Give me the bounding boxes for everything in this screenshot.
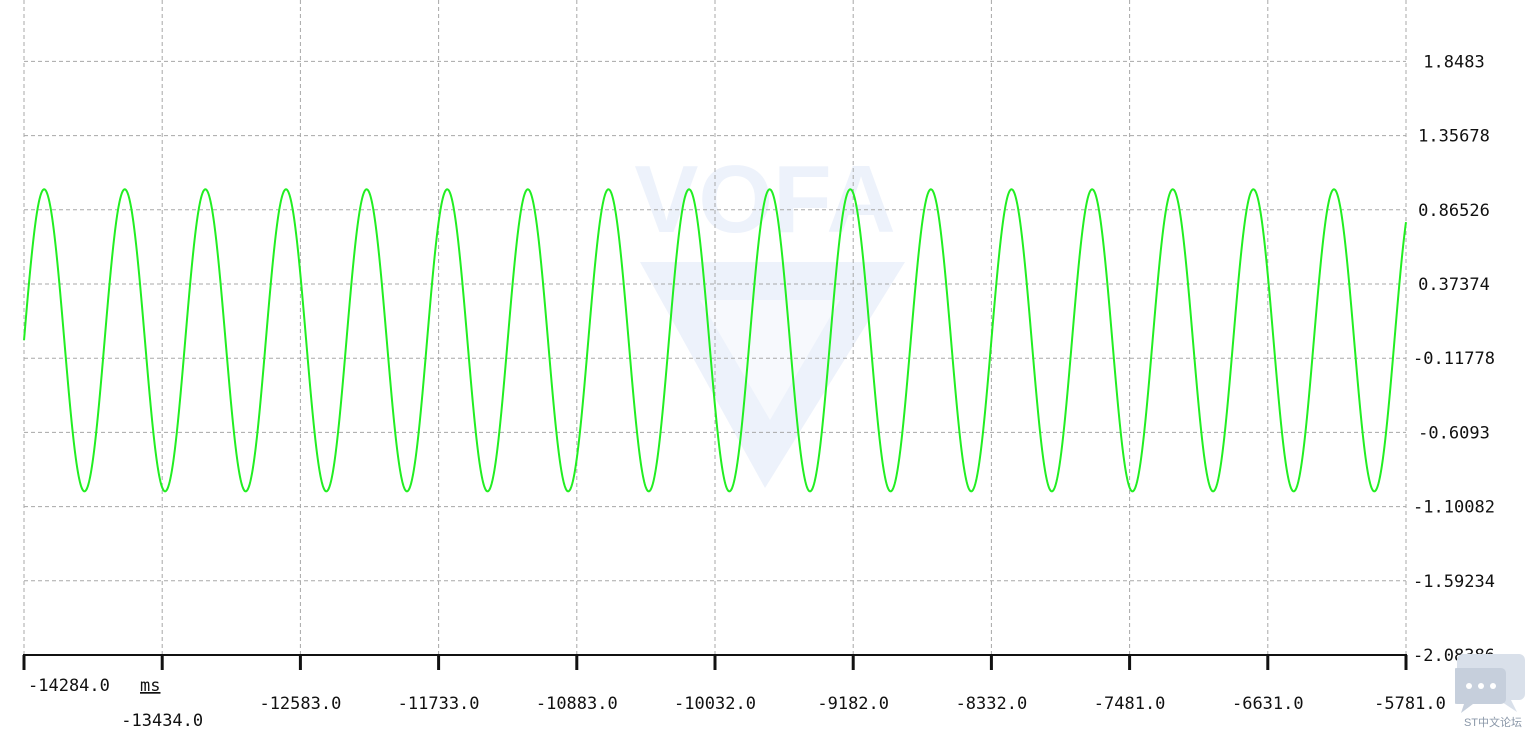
x-tick-label: -10883.0 [536, 694, 618, 714]
y-axis-labels: 2.339821.84831.356780.865260.37374-0.117… [1413, 52, 1495, 666]
y-tick-label: 0.86526 [1418, 201, 1490, 221]
x-tick-label: -5781.0 [1374, 694, 1446, 714]
watermark-site-label: ST中文论坛 [1464, 715, 1522, 729]
y-tick-label: -1.59234 [1413, 572, 1495, 592]
x-tick-label: -9182.0 [817, 694, 889, 714]
y-tick-label: -0.11778 [1413, 349, 1495, 369]
x-tick-label: -11733.0 [398, 694, 480, 714]
x-axis-labels: -14284.0 -13434.0 -12583.0 -11733.0 -10883.0… [28, 676, 1446, 731]
chart: VOFA 2.339821.84831.356780.865260.37374-… [22, 0, 1495, 731]
y-tick-label: 1.35678 [1418, 127, 1490, 147]
x-tick-label: -10032.0 [674, 694, 756, 714]
y-tick-label: 1.8483 [1423, 52, 1484, 72]
x-tick-label: -12583.0 [259, 694, 341, 714]
y-tick-label: 0.37374 [1418, 275, 1490, 295]
x-unit-label: ms [140, 676, 160, 696]
vofa-watermark-logo: VOFA [634, 146, 905, 488]
x-tick-label: -6631.0 [1232, 694, 1304, 714]
x-tick-label: -13434.0 [121, 711, 203, 731]
x-tick-label: -8332.0 [956, 694, 1028, 714]
x-tick-label: -14284.0 [28, 676, 110, 696]
y-tick-label: -1.10082 [1413, 498, 1495, 518]
y-tick-label: -0.6093 [1418, 423, 1490, 443]
x-axis [22, 654, 1408, 670]
x-tick-label: -7481.0 [1094, 694, 1166, 714]
chat-bubble-icon: ST中文论坛 [1455, 654, 1525, 729]
